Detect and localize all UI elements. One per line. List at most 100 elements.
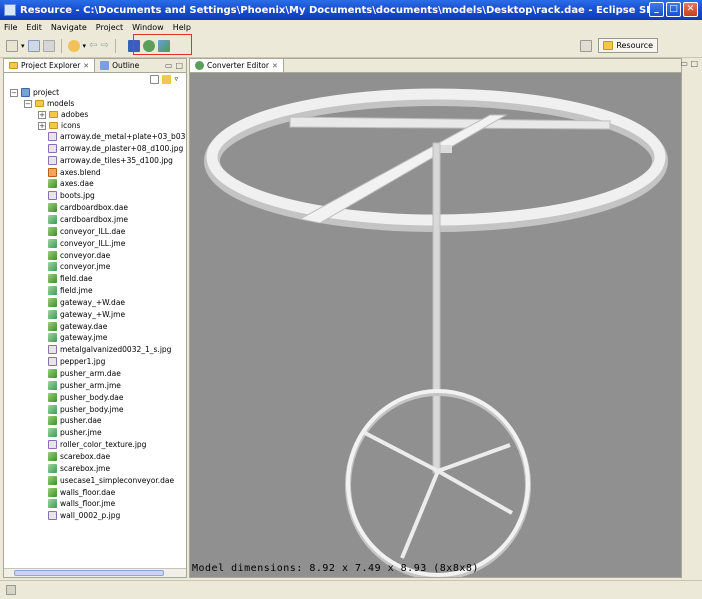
tree-item-file[interactable]: boots.jpg bbox=[48, 190, 95, 201]
tree-item-folder[interactable]: + adobes bbox=[38, 109, 88, 120]
menu-window[interactable]: Window bbox=[132, 23, 164, 32]
forward-arrow-icon[interactable]: ⇨ bbox=[100, 40, 108, 51]
tree-item-file[interactable]: pusher.jme bbox=[48, 427, 102, 438]
close-tab-icon[interactable]: ✕ bbox=[83, 62, 89, 70]
model-file-icon bbox=[48, 309, 57, 319]
tree-item-file[interactable]: scarebox.dae bbox=[48, 451, 110, 462]
tree-item-file[interactable]: pusher_body.jme bbox=[48, 404, 124, 415]
window-title: Resource - C:\Documents and Settings\Pho… bbox=[20, 4, 663, 16]
file-name: gateway.dae bbox=[60, 321, 108, 331]
back-arrow-icon[interactable]: ⇦ bbox=[89, 40, 97, 51]
tree-item-file[interactable]: gateway_+W.jme bbox=[48, 309, 125, 320]
tree-item-file[interactable]: field.dae bbox=[48, 273, 93, 284]
tab-converter-editor[interactable]: Converter Editor ✕ bbox=[190, 59, 284, 72]
tree-item-file[interactable]: pusher_arm.dae bbox=[48, 368, 121, 379]
resource-perspective-button[interactable]: Resource bbox=[598, 38, 658, 53]
tree-item-file[interactable]: field.jme bbox=[48, 285, 93, 296]
minimize-button[interactable]: _ bbox=[649, 2, 664, 17]
tree-item-file[interactable]: pepper1.jpg bbox=[48, 356, 105, 367]
tree-item-file[interactable]: metalgalvanized0032_1_s.jpg bbox=[48, 344, 171, 355]
expand-icon[interactable]: + bbox=[38, 110, 46, 119]
tree-item-file[interactable]: conveyor_ILL.jme bbox=[48, 238, 125, 249]
tree-item-project[interactable]: − project bbox=[10, 87, 59, 98]
image-file-icon bbox=[48, 191, 57, 201]
model-file-icon bbox=[48, 226, 57, 236]
expand-icon[interactable]: + bbox=[38, 121, 46, 130]
view-menu-chevron-icon[interactable]: ▿ bbox=[174, 75, 178, 87]
model-file-icon bbox=[48, 179, 57, 189]
tree-item-file[interactable]: arroway.de_metal+plate+03_b030.jpg bbox=[48, 131, 186, 142]
tree-item-file[interactable]: scarebox.jme bbox=[48, 463, 110, 474]
tree-item-models[interactable]: − models bbox=[24, 98, 74, 109]
file-name: gateway_+W.dae bbox=[60, 297, 126, 307]
tree-item-file[interactable]: conveyor_ILL.dae bbox=[48, 226, 125, 237]
model-file-icon bbox=[48, 321, 57, 331]
run-dropdown-chevron-icon[interactable]: ▾ bbox=[83, 42, 87, 50]
tree-item-file[interactable]: walls_floor.jme bbox=[48, 498, 115, 509]
lower-spoke bbox=[437, 443, 511, 473]
tree-item-file[interactable]: wall_0002_p.jpg bbox=[48, 510, 120, 521]
tree-item-file[interactable]: cardboardbox.jme bbox=[48, 214, 128, 225]
tree-item-file[interactable]: arroway.de_plaster+08_d100.jpg bbox=[48, 143, 183, 154]
maximize-editor-icon[interactable]: □ bbox=[690, 59, 698, 68]
model-file-icon bbox=[48, 250, 57, 260]
file-name: conveyor.jme bbox=[60, 262, 111, 272]
menu-edit[interactable]: Edit bbox=[26, 23, 42, 32]
collapse-all-icon[interactable] bbox=[150, 75, 160, 84]
menu-file[interactable]: File bbox=[4, 23, 17, 32]
print-icon[interactable] bbox=[42, 39, 55, 52]
file-name: field.dae bbox=[60, 274, 93, 284]
tree-item-file[interactable]: pusher.dae bbox=[48, 415, 102, 426]
tree-item-file[interactable]: cardboardbox.dae bbox=[48, 202, 128, 213]
model-file-icon bbox=[48, 416, 57, 426]
menu-help[interactable]: Help bbox=[173, 23, 191, 32]
minimize-editor-icon[interactable]: ▭ bbox=[680, 59, 688, 68]
tree-item-file[interactable]: conveyor.jme bbox=[48, 261, 110, 272]
menu-project[interactable]: Project bbox=[96, 23, 123, 32]
tree-item-file[interactable]: gateway.jme bbox=[48, 332, 107, 343]
run-icon[interactable] bbox=[67, 39, 80, 52]
tree-item-file[interactable]: pusher_arm.jme bbox=[48, 380, 121, 391]
link-with-editor-icon[interactable] bbox=[162, 75, 172, 84]
file-name: arroway.de_metal+plate+03_b030.jpg bbox=[60, 132, 186, 141]
collapse-icon[interactable]: − bbox=[24, 99, 32, 108]
model-file-icon bbox=[48, 451, 57, 461]
file-name: usecase1_simpleconveyor.dae bbox=[60, 475, 175, 485]
tree-item-folder[interactable]: + icons bbox=[38, 120, 80, 131]
close-tab-icon[interactable]: ✕ bbox=[272, 62, 278, 70]
tree-item-file[interactable]: arroway.de_tiles+35_d100.jpg bbox=[48, 155, 173, 166]
model-file-icon bbox=[48, 214, 57, 224]
close-button[interactable]: ✕ bbox=[683, 2, 698, 17]
image-file-icon bbox=[48, 143, 57, 153]
tree-item-file[interactable]: gateway.dae bbox=[48, 321, 107, 332]
model-file-icon bbox=[48, 428, 57, 438]
open-perspective-icon[interactable] bbox=[580, 39, 593, 52]
horizontal-scrollbar[interactable] bbox=[4, 568, 186, 577]
tree-item-file[interactable]: roller_color_texture.jpg bbox=[48, 439, 146, 450]
collapse-icon[interactable]: − bbox=[10, 88, 18, 97]
tab-outline[interactable]: Outline bbox=[95, 59, 144, 72]
file-name: cardboardbox.dae bbox=[60, 203, 129, 213]
save-icon[interactable] bbox=[27, 39, 40, 52]
new-dropdown-chevron-icon[interactable]: ▾ bbox=[21, 42, 25, 50]
upper-cross-beam-back bbox=[289, 116, 611, 130]
tree-item-file[interactable]: axes.blend bbox=[48, 167, 101, 178]
tab-project-explorer[interactable]: Project Explorer ✕ bbox=[4, 59, 96, 72]
tree-item-file[interactable]: gateway_+W.dae bbox=[48, 297, 125, 308]
tree-item-file[interactable]: walls_floor.dae bbox=[48, 487, 115, 498]
new-icon[interactable] bbox=[6, 39, 18, 52]
3d-viewport[interactable]: Model dimensions: 8.92 x 7.49 x 8.93 (8x… bbox=[190, 73, 681, 577]
menu-navigate[interactable]: Navigate bbox=[51, 23, 87, 32]
tree-item-file[interactable]: usecase1_simpleconveyor.dae bbox=[48, 475, 174, 486]
image-file-icon bbox=[48, 345, 57, 355]
tree-item-file[interactable]: axes.dae bbox=[48, 178, 94, 189]
maximize-button[interactable]: □ bbox=[666, 2, 681, 17]
maximize-view-icon[interactable]: □ bbox=[175, 61, 183, 70]
tree-item-file[interactable]: conveyor.dae bbox=[48, 250, 110, 261]
file-name: conveyor_ILL.dae bbox=[60, 226, 126, 236]
file-name: axes.dae bbox=[60, 179, 94, 189]
tree-item-file[interactable]: pusher_body.dae bbox=[48, 392, 123, 403]
minimize-view-icon[interactable]: ▭ bbox=[165, 61, 173, 70]
scrollbar-thumb[interactable] bbox=[14, 570, 164, 576]
fast-view-icon[interactable] bbox=[6, 585, 16, 595]
